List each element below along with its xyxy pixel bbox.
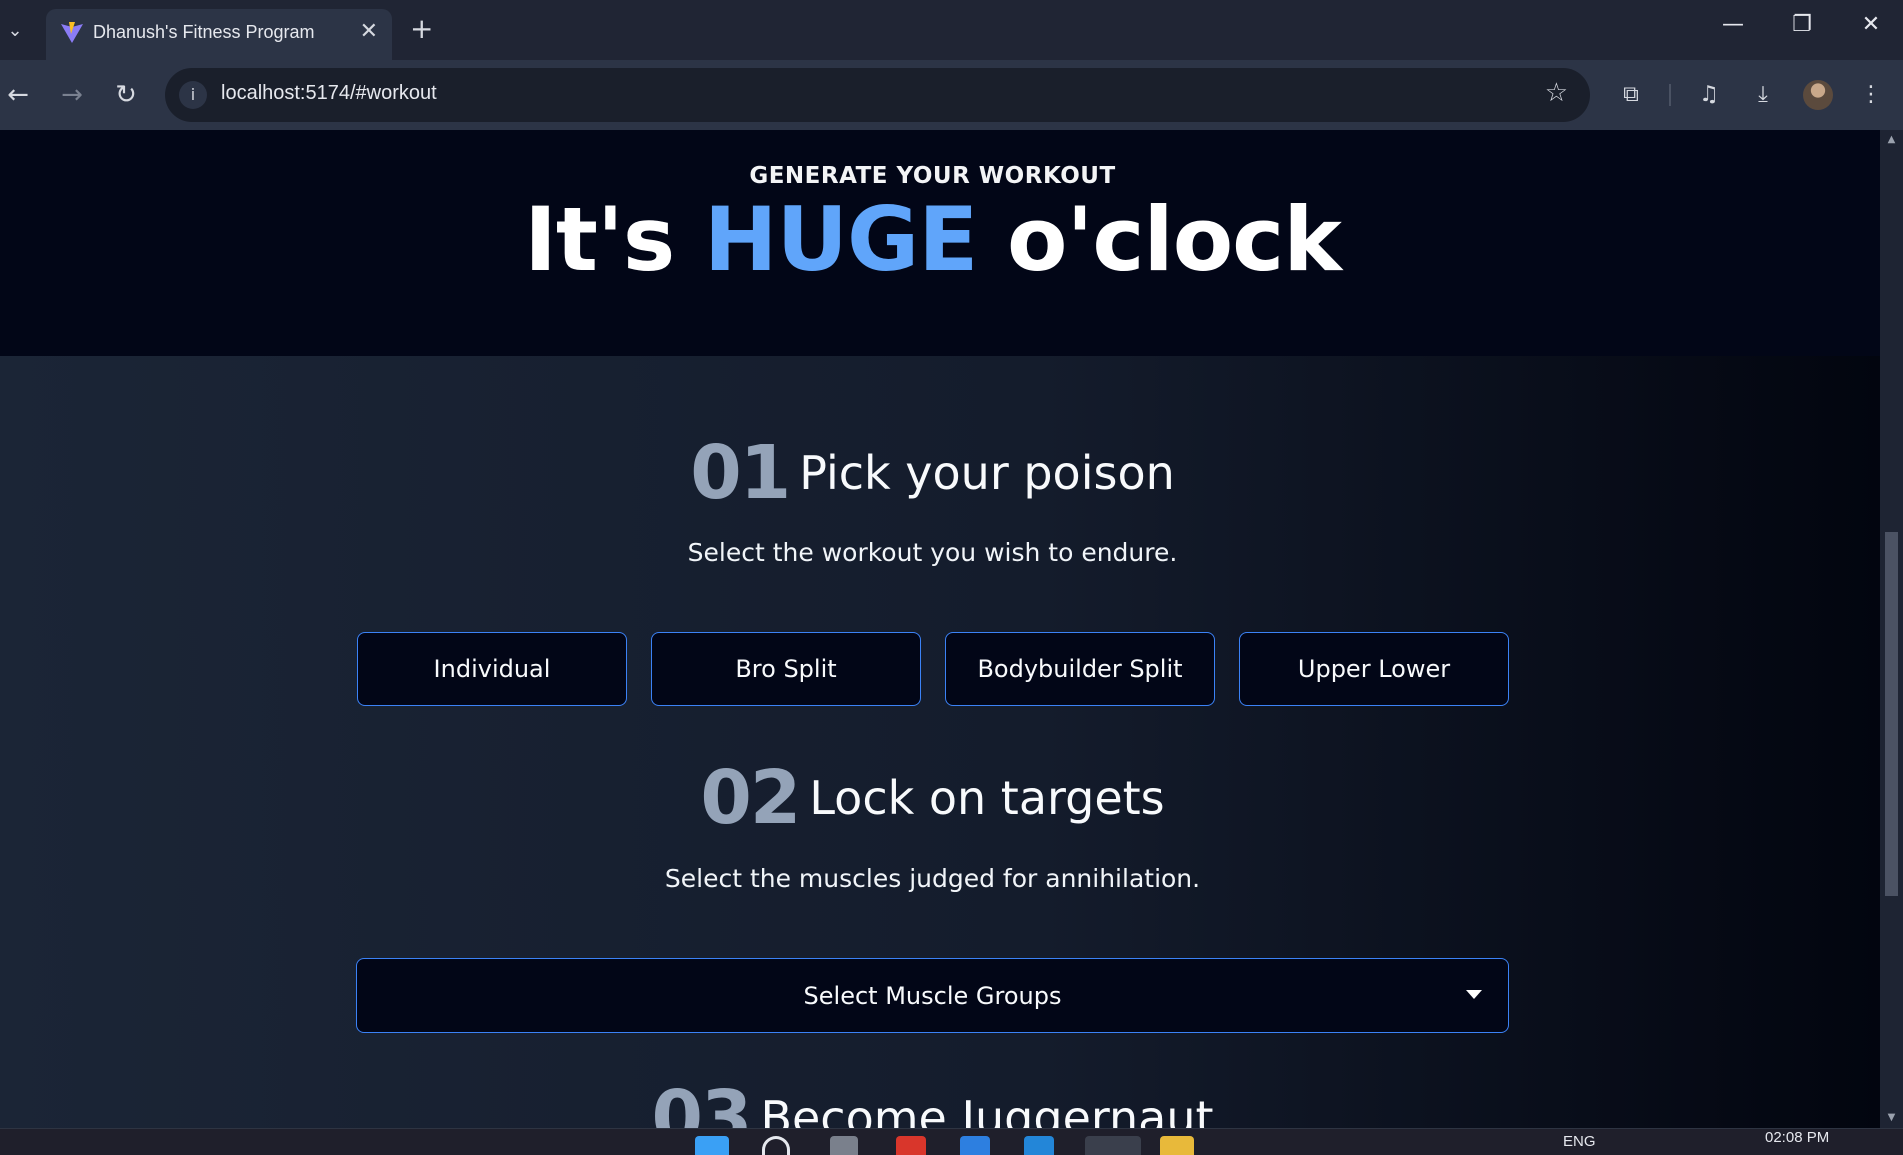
profile-avatar[interactable] xyxy=(1803,80,1833,110)
caret-down-icon xyxy=(1466,990,1482,999)
chrome-icon[interactable] xyxy=(1085,1136,1141,1155)
step-3-number: 03 xyxy=(651,1075,752,1128)
step-3-heading: 03 Become Juggernaut xyxy=(0,1075,1865,1128)
tab-title: Dhanush's Fitness Program xyxy=(93,22,315,42)
hero-title: It's HUGE o'clock xyxy=(0,188,1865,291)
forward-icon[interactable]: → xyxy=(54,77,90,113)
omnibox[interactable]: i localhost:5174/#workout ☆ xyxy=(165,68,1590,122)
taskview-icon[interactable] xyxy=(830,1136,858,1155)
step-1-title: Pick your poison xyxy=(799,446,1175,500)
extensions-icon[interactable]: ⧉ xyxy=(1613,77,1649,113)
search-icon[interactable] xyxy=(762,1136,790,1155)
workout-type-bro-split[interactable]: Bro Split xyxy=(651,632,921,706)
restore-icon[interactable]: ❐ xyxy=(1782,12,1822,48)
toolbar-divider xyxy=(1669,84,1671,106)
star-icon[interactable]: ☆ xyxy=(1545,78,1568,108)
scrollbar-thumb[interactable] xyxy=(1885,532,1898,896)
hero-kicker: GENERATE YOUR WORKOUT xyxy=(749,163,1116,189)
step-2-title: Lock on targets xyxy=(809,771,1165,825)
start-icon[interactable] xyxy=(695,1136,729,1155)
hero-title-before: It's xyxy=(524,188,704,291)
step-2-subtitle: Select the muscles judged for annihilati… xyxy=(664,864,1201,893)
minimize-icon[interactable]: — xyxy=(1713,12,1753,48)
step-2-heading: 02 Lock on targets xyxy=(0,755,1865,841)
hero-title-accent: HUGE xyxy=(703,188,978,291)
media-icon[interactable]: ♫ xyxy=(1691,77,1727,113)
vscode-icon[interactable] xyxy=(1024,1136,1054,1155)
address-bar-row: ← → ↻ i localhost:5174/#workout ☆ ⧉ ♫ ⤓ … xyxy=(0,60,1903,130)
plus-icon[interactable]: + xyxy=(410,12,433,45)
workout-type-upper-lower[interactable]: Upper Lower xyxy=(1239,632,1509,706)
url-text[interactable]: localhost:5174/#workout xyxy=(221,82,437,105)
download-icon[interactable]: ⤓ xyxy=(1745,77,1781,113)
scroll-down-icon[interactable]: ▼ xyxy=(1885,1112,1898,1123)
tab-search-icon[interactable]: ⌄ xyxy=(0,10,30,50)
tab-strip: ⌄ Dhanush's Fitness Program ✕ + — ❐ ✕ xyxy=(0,0,1903,61)
clock[interactable]: 02:08 PM xyxy=(1765,1129,1829,1146)
os-taskbar: ENG 02:08 PM xyxy=(0,1128,1903,1155)
step-1-subtitle: Select the workout you wish to endure. xyxy=(687,538,1178,567)
back-icon[interactable]: ← xyxy=(0,77,36,113)
edge-icon[interactable] xyxy=(960,1136,990,1155)
step-2-number: 02 xyxy=(700,755,801,841)
app-icon[interactable] xyxy=(896,1136,926,1155)
hero-section: GENERATE YOUR WORKOUT It's HUGE o'clock xyxy=(0,130,1880,356)
close-icon[interactable]: ✕ xyxy=(360,19,378,44)
muscle-group-select[interactable]: Select Muscle Groups xyxy=(356,958,1509,1033)
muscle-select-label: Select Muscle Groups xyxy=(803,981,1062,1010)
close-window-icon[interactable]: ✕ xyxy=(1851,12,1891,48)
hero-title-after: o'clock xyxy=(977,188,1342,291)
page-scrollbar[interactable]: ▲ ▼ xyxy=(1880,130,1903,1128)
step-3-title: Become Juggernaut xyxy=(760,1091,1214,1128)
scroll-up-icon[interactable]: ▲ xyxy=(1885,134,1898,145)
step-1-heading: 01 Pick your poison xyxy=(0,430,1865,516)
info-icon[interactable]: i xyxy=(179,81,207,109)
browser-tab[interactable]: Dhanush's Fitness Program ✕ xyxy=(46,9,392,61)
language-indicator[interactable]: ENG xyxy=(1563,1133,1596,1150)
vite-favicon-icon xyxy=(61,22,83,43)
reload-icon[interactable]: ↻ xyxy=(108,77,144,113)
folder-icon[interactable] xyxy=(1160,1136,1194,1155)
more-icon[interactable]: ⋮ xyxy=(1853,77,1889,113)
workout-type-bodybuilder-split[interactable]: Bodybuilder Split xyxy=(945,632,1215,706)
step-1-number: 01 xyxy=(690,430,791,516)
workout-type-individual[interactable]: Individual xyxy=(357,632,627,706)
page-viewport: GENERATE YOUR WORKOUT It's HUGE o'clock … xyxy=(0,130,1880,1128)
